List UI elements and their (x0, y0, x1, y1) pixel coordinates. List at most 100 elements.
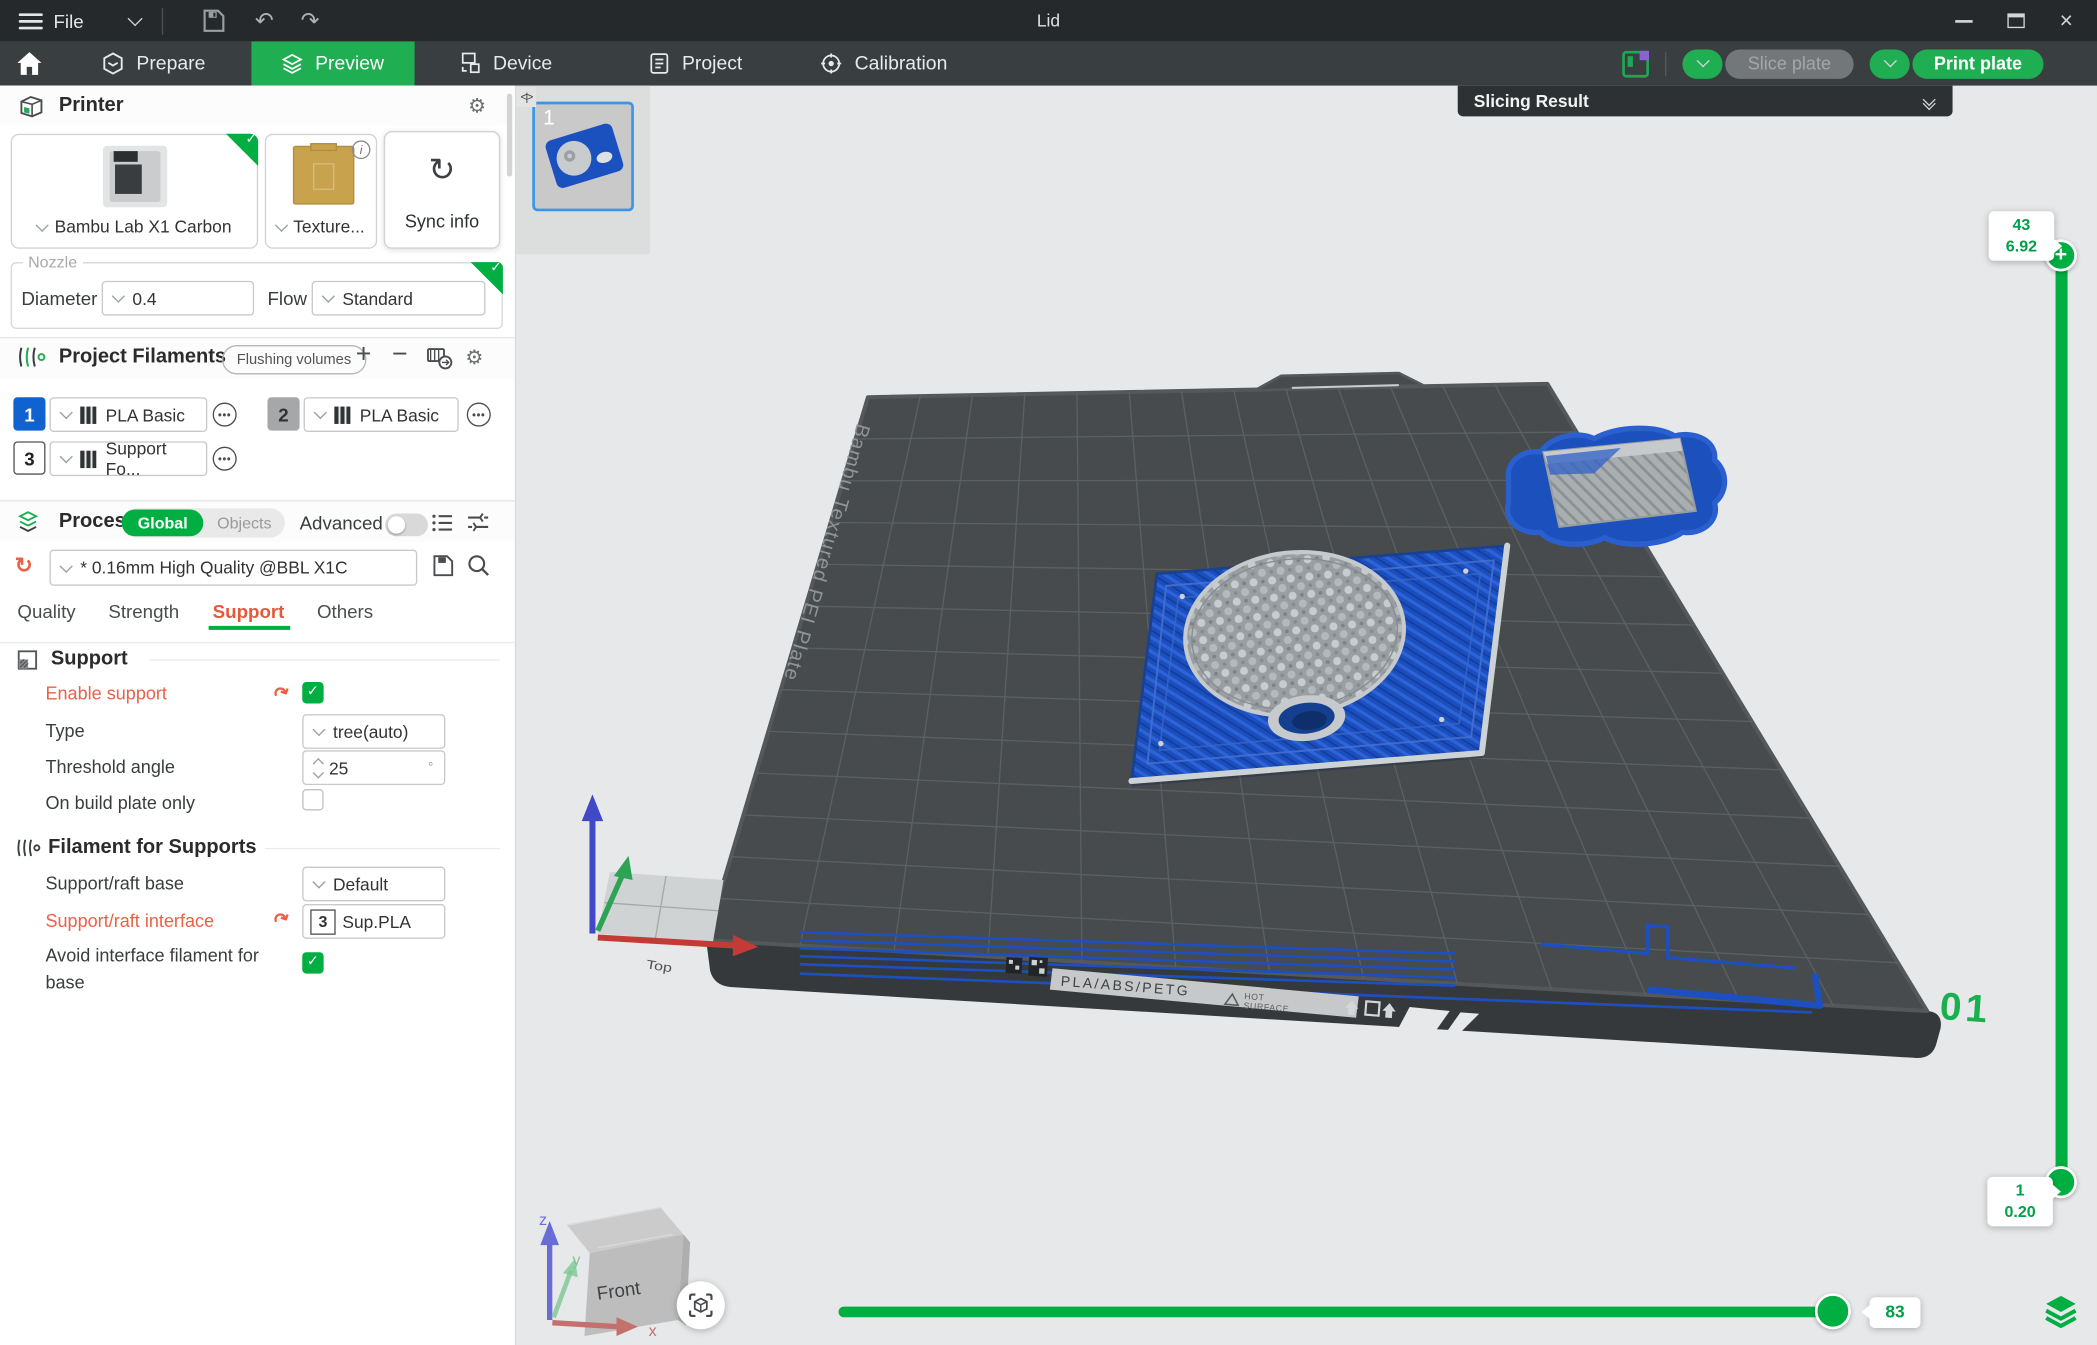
print-options-chevron[interactable] (1870, 49, 1910, 78)
scope-objects[interactable]: Objects (204, 510, 285, 537)
filament-3-select[interactable]: Support Fo... (49, 441, 207, 476)
slice-plate-button[interactable]: Slice plate (1725, 49, 1853, 78)
tab-quality[interactable]: Quality (17, 600, 75, 621)
axis-x-label: x (649, 1322, 657, 1340)
menu-icon[interactable] (19, 13, 43, 29)
nozzle-legend: Nozzle (23, 253, 83, 272)
add-filament-button[interactable]: + (356, 340, 372, 371)
plate-thumbnail[interactable]: 1 (532, 102, 634, 212)
support-raft-interface-select[interactable]: 3 Sup.PLA (302, 904, 445, 939)
support-group-title: Support (51, 647, 128, 670)
on-build-plate-only-checkbox[interactable] (302, 789, 323, 810)
diameter-select[interactable]: 0.4 (102, 281, 254, 316)
filament-3-badge[interactable]: 3 (13, 441, 45, 474)
tab-calibration[interactable]: Calibration (790, 41, 976, 85)
degree-unit: ° (428, 760, 433, 775)
widgets-icon[interactable] (1622, 50, 1649, 77)
reset-interface-icon[interactable]: ↷ (270, 906, 294, 933)
slice-options-chevron[interactable] (1682, 49, 1722, 78)
plate-thumbnail-number: 1 (543, 107, 555, 131)
filament-1-more-button[interactable]: ••• (213, 403, 237, 427)
filament-2-badge[interactable]: 2 (267, 397, 299, 430)
axis-y-label: y (572, 1251, 580, 1269)
tab-preview[interactable]: Preview (251, 41, 414, 85)
tab-others[interactable]: Others (317, 600, 373, 621)
support-raft-base-label: Support/raft base (45, 873, 184, 893)
support-group-icon (16, 649, 39, 672)
chevron-down-icon[interactable] (275, 218, 288, 231)
filament-supports-title: Filament for Supports (48, 836, 256, 859)
info-icon[interactable]: i (352, 140, 371, 159)
chevron-down-icon[interactable] (35, 218, 48, 231)
layer-range-track[interactable] (2056, 255, 2068, 1182)
printer-model-card[interactable]: ✓ Bambu Lab X1 Carbon (11, 134, 258, 249)
flow-select[interactable]: Standard (312, 281, 486, 316)
cube-top-label: Top (645, 958, 673, 976)
tab-device[interactable]: Device (427, 41, 581, 85)
filament-1-select[interactable]: PLA Basic (49, 397, 207, 432)
step-slider-handle[interactable] (1815, 1293, 1851, 1329)
tab-prepare[interactable]: Prepare (72, 41, 235, 85)
plate-type-card[interactable]: i Texture... (265, 134, 377, 249)
filament-2-select[interactable]: PLA Basic (304, 397, 459, 432)
support-raft-base-select[interactable]: Default (302, 867, 445, 902)
advanced-toggle[interactable] (385, 514, 428, 537)
preset-select[interactable]: * 0.16mm High Quality @BBL X1C (49, 550, 417, 586)
filament-sync-icon[interactable] (427, 346, 454, 370)
remove-filament-button[interactable]: − (392, 340, 408, 371)
layers-view-icon[interactable] (2042, 1292, 2079, 1329)
reset-preset-icon[interactable]: ↻ (15, 552, 33, 579)
thumbnail-lid (544, 122, 625, 190)
expand-chevrons-icon[interactable] (1924, 94, 1933, 107)
printer-icon (19, 94, 44, 119)
active-tab-underline (209, 626, 291, 630)
save-preset-icon[interactable] (431, 554, 455, 578)
avoid-interface-checkbox[interactable]: ✓ (302, 952, 323, 973)
view-cube[interactable]: Top Front z y x (539, 958, 690, 1340)
lid-object[interactable] (1131, 541, 1507, 781)
plate-type-name: Texture... (293, 217, 365, 237)
camera-view-button[interactable] (677, 1281, 725, 1329)
enable-support-checkbox[interactable]: ✓ (302, 682, 323, 703)
printer-settings-gear-icon[interactable]: ⚙ (468, 94, 486, 118)
support-type-select[interactable]: tree(auto) (302, 714, 445, 749)
step-slider-tooltip: 83 (1870, 1297, 1921, 1328)
home-tab[interactable] (0, 41, 59, 85)
tab-support[interactable]: Support (213, 600, 285, 621)
threshold-angle-spinner[interactable]: 25 ° (302, 750, 445, 785)
print-plate-button[interactable]: Print plate (1912, 49, 2043, 78)
reset-enable-support-icon[interactable]: ↷ (270, 680, 294, 707)
process-scope-toggle[interactable]: Global Objects (122, 508, 285, 537)
redo-icon[interactable]: ↷ (301, 7, 320, 34)
file-menu[interactable]: File (53, 10, 83, 31)
slicing-result-panel[interactable]: Slicing Result (1458, 86, 1953, 117)
chevron-down-icon[interactable] (127, 10, 142, 25)
tab-strength[interactable]: Strength (108, 600, 179, 621)
undo-icon[interactable]: ↶ (255, 7, 274, 34)
viewport-3d-scene[interactable]: Bambu Textured PEI Plate (515, 86, 2097, 1345)
close-button[interactable]: × (2060, 9, 2073, 32)
threshold-angle-label: Threshold angle (45, 757, 174, 777)
filament-1-badge[interactable]: 1 (13, 397, 45, 430)
sync-info-button[interactable]: ↻ Sync info (384, 131, 500, 249)
filament-2-more-button[interactable]: ••• (467, 403, 491, 427)
scope-global[interactable]: Global (122, 510, 204, 537)
setting-list-icon[interactable] (431, 512, 455, 533)
step-slider-track[interactable] (839, 1307, 1834, 1318)
spool-icon (80, 450, 96, 467)
sidebar-scrollbar[interactable] (507, 94, 512, 177)
maximize-button[interactable] (2007, 13, 2024, 28)
tab-project[interactable]: Project (619, 41, 772, 85)
plate-number: 01 (1939, 985, 1993, 1031)
search-icon[interactable] (467, 554, 491, 578)
filament-supports-icon (16, 837, 41, 858)
filament-3-more-button[interactable]: ••• (213, 447, 237, 471)
cube-scan-icon (687, 1292, 714, 1319)
minimize-button[interactable] (1955, 19, 1972, 22)
filament-settings-gear-icon[interactable]: ⚙ (465, 345, 483, 369)
collapse-sidebar-button[interactable]: <|> (516, 87, 536, 107)
flushing-volumes-button[interactable]: Flushing volumes (222, 345, 366, 374)
save-icon[interactable] (200, 8, 225, 33)
preview-icon (280, 52, 303, 75)
compare-preset-icon[interactable] (465, 511, 489, 534)
